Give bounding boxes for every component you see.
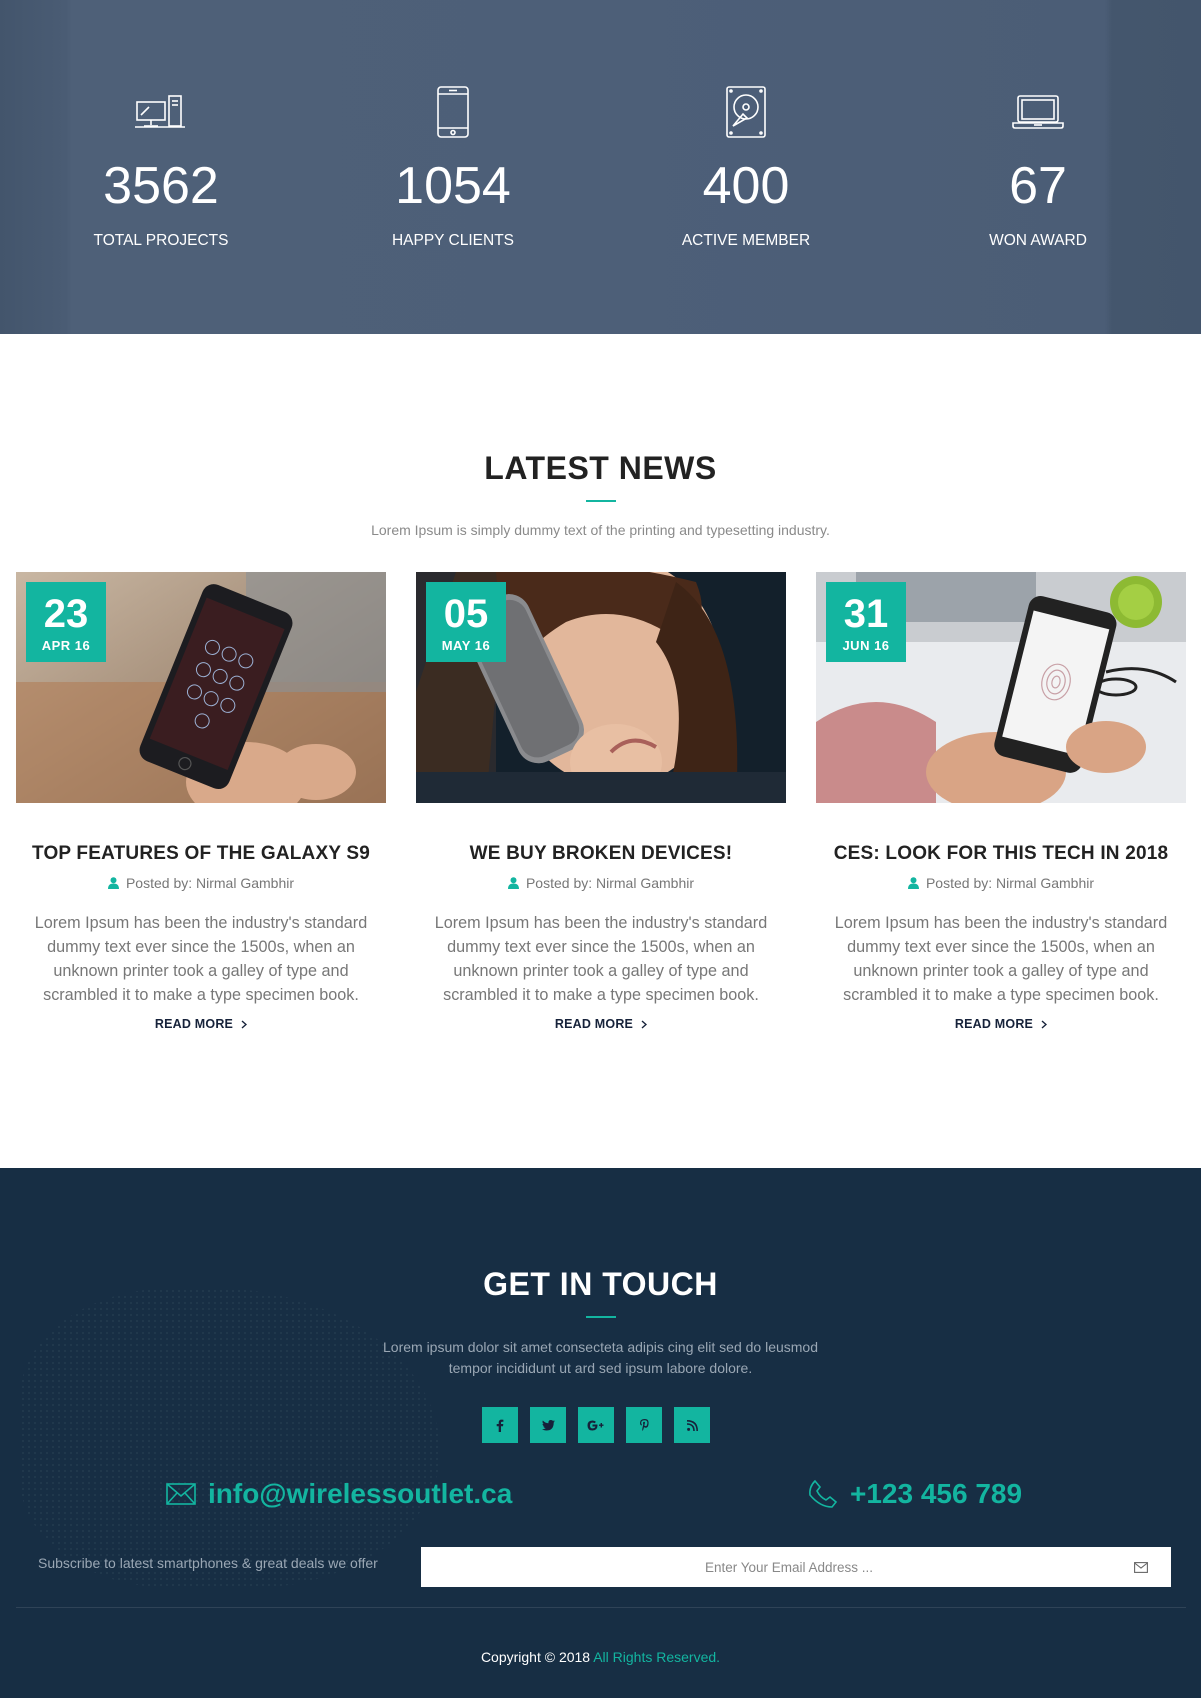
read-more-link[interactable]: READ MORE — [154, 1017, 248, 1031]
date-badge: 31 JUN 16 — [826, 582, 906, 662]
read-more-label: READ MORE — [154, 1017, 234, 1031]
read-more-label: READ MORE — [954, 1017, 1034, 1031]
phone-icon — [809, 1479, 838, 1508]
user-icon — [507, 877, 519, 889]
read-more-link[interactable]: READ MORE — [554, 1017, 648, 1031]
phone-number: +123 456 789 — [850, 1478, 1023, 1509]
copyright-rights-link[interactable]: All Rights Reserved. — [593, 1649, 720, 1665]
date-month: JUN 16 — [842, 638, 890, 653]
news-title[interactable]: CES: LOOK FOR THIS TECH IN 2018 — [816, 843, 1186, 865]
facebook-icon[interactable] — [482, 1407, 518, 1443]
twitter-icon[interactable] — [530, 1407, 566, 1443]
date-day: 05 — [443, 592, 489, 636]
news-title[interactable]: WE BUY BROKEN DEVICES! — [416, 843, 786, 865]
rss-icon[interactable] — [674, 1407, 710, 1443]
stat-label: WON AWARD — [989, 232, 1087, 249]
section-subtitle: Lorem Ipsum is simply dummy text of the … — [371, 522, 830, 538]
news-author: Posted by: Nirmal Gambhir — [125, 875, 295, 891]
google-plus-icon[interactable] — [578, 1407, 614, 1443]
contact-header: GET IN TOUCH Lorem ipsum dolor sit amet … — [0, 1262, 1201, 1379]
user-icon — [107, 877, 119, 889]
footer-divider — [16, 1607, 1186, 1608]
date-month: APR 16 — [41, 638, 91, 653]
copyright-text: Copyright © 2018 — [480, 1649, 591, 1665]
news-title[interactable]: TOP FEATURES OF THE GALAXY S9 — [16, 843, 386, 865]
stat-label: ACTIVE MEMBER — [681, 232, 811, 249]
news-meta: Posted by: Nirmal Gambhir — [16, 875, 386, 891]
pinterest-icon[interactable] — [626, 1407, 662, 1443]
news-image[interactable]: 23 APR 16 — [16, 572, 386, 803]
news-author: Posted by: Nirmal Gambhir — [925, 875, 1095, 891]
section-title: GET IN TOUCH — [483, 1266, 718, 1302]
chevron-right-icon — [641, 1019, 648, 1029]
stat-value: 400 — [702, 157, 790, 215]
stats-section: 3562 TOTAL PROJECTS 1054 HAPPY CLIENTS 4… — [0, 0, 1201, 334]
news-header: LATEST NEWS Lorem Ipsum is simply dummy … — [0, 446, 1201, 538]
user-icon — [907, 877, 919, 889]
date-badge: 23 APR 16 — [26, 582, 106, 662]
news-image[interactable]: 05 MAY 16 — [416, 572, 786, 803]
news-meta: Posted by: Nirmal Gambhir — [416, 875, 786, 891]
news-card: 23 APR 16 TOP FEATURES OF THE GALAXY S9 … — [16, 572, 386, 1033]
stat-happy-clients: 1054 HAPPY CLIENTS — [323, 84, 583, 250]
chevron-right-icon — [241, 1019, 248, 1029]
date-badge: 05 MAY 16 — [426, 582, 506, 662]
news-image[interactable]: 31 JUN 16 — [816, 572, 1186, 803]
stat-value: 67 — [1009, 157, 1067, 215]
smartphone-icon — [437, 86, 469, 138]
news-card: 05 MAY 16 WE BUY BROKEN DEVICES! Posted … — [416, 572, 786, 1033]
stat-value: 1054 — [395, 157, 511, 215]
email-input[interactable] — [421, 1548, 1121, 1586]
stat-won-award: 67 WON AWARD — [908, 84, 1168, 250]
email-address: info@wirelessoutlet.ca — [208, 1478, 513, 1509]
news-excerpt: Lorem Ipsum has been the industry's stan… — [434, 914, 768, 1004]
news-card: 31 JUN 16 CES: LOOK FOR THIS TECH IN 201… — [816, 572, 1186, 1033]
chevron-right-icon — [1041, 1019, 1048, 1029]
stat-total-projects: 3562 TOTAL PROJECTS — [31, 84, 291, 250]
read-more-label: READ MORE — [554, 1017, 634, 1031]
envelope-icon — [1134, 1561, 1148, 1573]
news-meta: Posted by: Nirmal Gambhir — [816, 875, 1186, 891]
news-author: Posted by: Nirmal Gambhir — [525, 875, 695, 891]
date-day: 31 — [843, 592, 889, 636]
read-more-link[interactable]: READ MORE — [954, 1017, 1048, 1031]
stat-label: TOTAL PROJECTS — [93, 232, 229, 249]
stat-active-member: 400 ACTIVE MEMBER — [616, 84, 876, 250]
contact-phone[interactable]: +123 456 789 — [808, 1478, 1022, 1510]
subscribe-button[interactable] — [1121, 1548, 1161, 1586]
envelope-icon — [166, 1483, 196, 1505]
section-title: LATEST NEWS — [484, 450, 717, 486]
title-divider — [585, 1316, 616, 1318]
section-subtitle: Lorem ipsum dolor sit amet consecteta ad… — [383, 1339, 818, 1376]
stat-value: 3562 — [103, 157, 219, 215]
social-links — [482, 1407, 710, 1443]
contact-email[interactable]: info@wirelessoutlet.ca — [166, 1478, 512, 1510]
news-excerpt: Lorem Ipsum has been the industry's stan… — [34, 914, 368, 1004]
subscribe-form — [421, 1547, 1171, 1587]
stat-label: HAPPY CLIENTS — [391, 232, 515, 249]
subscribe-label: Subscribe to latest smartphones & great … — [38, 1555, 378, 1571]
title-divider — [585, 500, 616, 502]
news-excerpt: Lorem Ipsum has been the industry's stan… — [834, 914, 1168, 1004]
hard-drive-icon — [726, 86, 766, 138]
desktop-computer-icon — [135, 95, 185, 128]
date-month: MAY 16 — [441, 638, 491, 653]
copyright: Copyright © 2018 All Rights Reserved. — [0, 1649, 1201, 1665]
laptop-icon — [1012, 95, 1064, 129]
date-day: 23 — [43, 592, 89, 636]
